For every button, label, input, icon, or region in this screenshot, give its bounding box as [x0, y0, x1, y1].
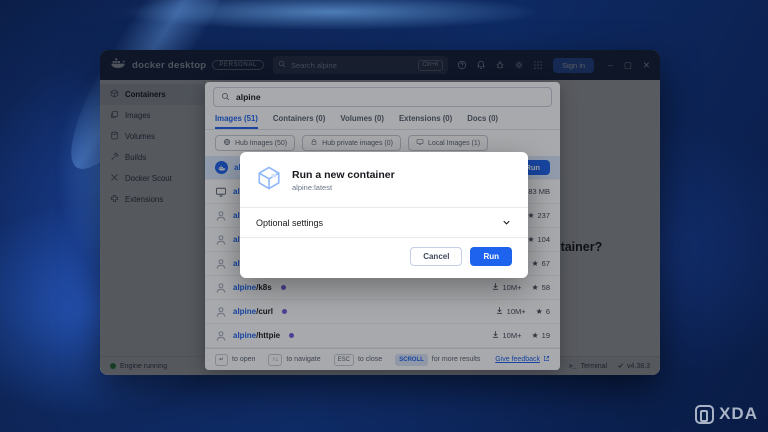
cancel-button[interactable]: Cancel: [410, 247, 462, 266]
run-container-modal: Run a new container alpine:latest Option…: [240, 152, 528, 278]
xda-watermark: XDA: [695, 404, 758, 424]
optional-settings-toggle[interactable]: Optional settings: [240, 208, 528, 237]
modal-image-tag: alpine:latest: [292, 183, 395, 192]
container-cube-icon: [256, 165, 282, 196]
xda-logo-icon: [695, 405, 714, 424]
docker-desktop-window: docker desktop PERSONAL Search alpine Ct…: [100, 50, 660, 375]
xda-logo-text: XDA: [719, 404, 758, 424]
chevron-down-icon: [501, 217, 512, 228]
modal-title: Run a new container: [292, 169, 395, 181]
modal-run-button[interactable]: Run: [470, 247, 512, 266]
